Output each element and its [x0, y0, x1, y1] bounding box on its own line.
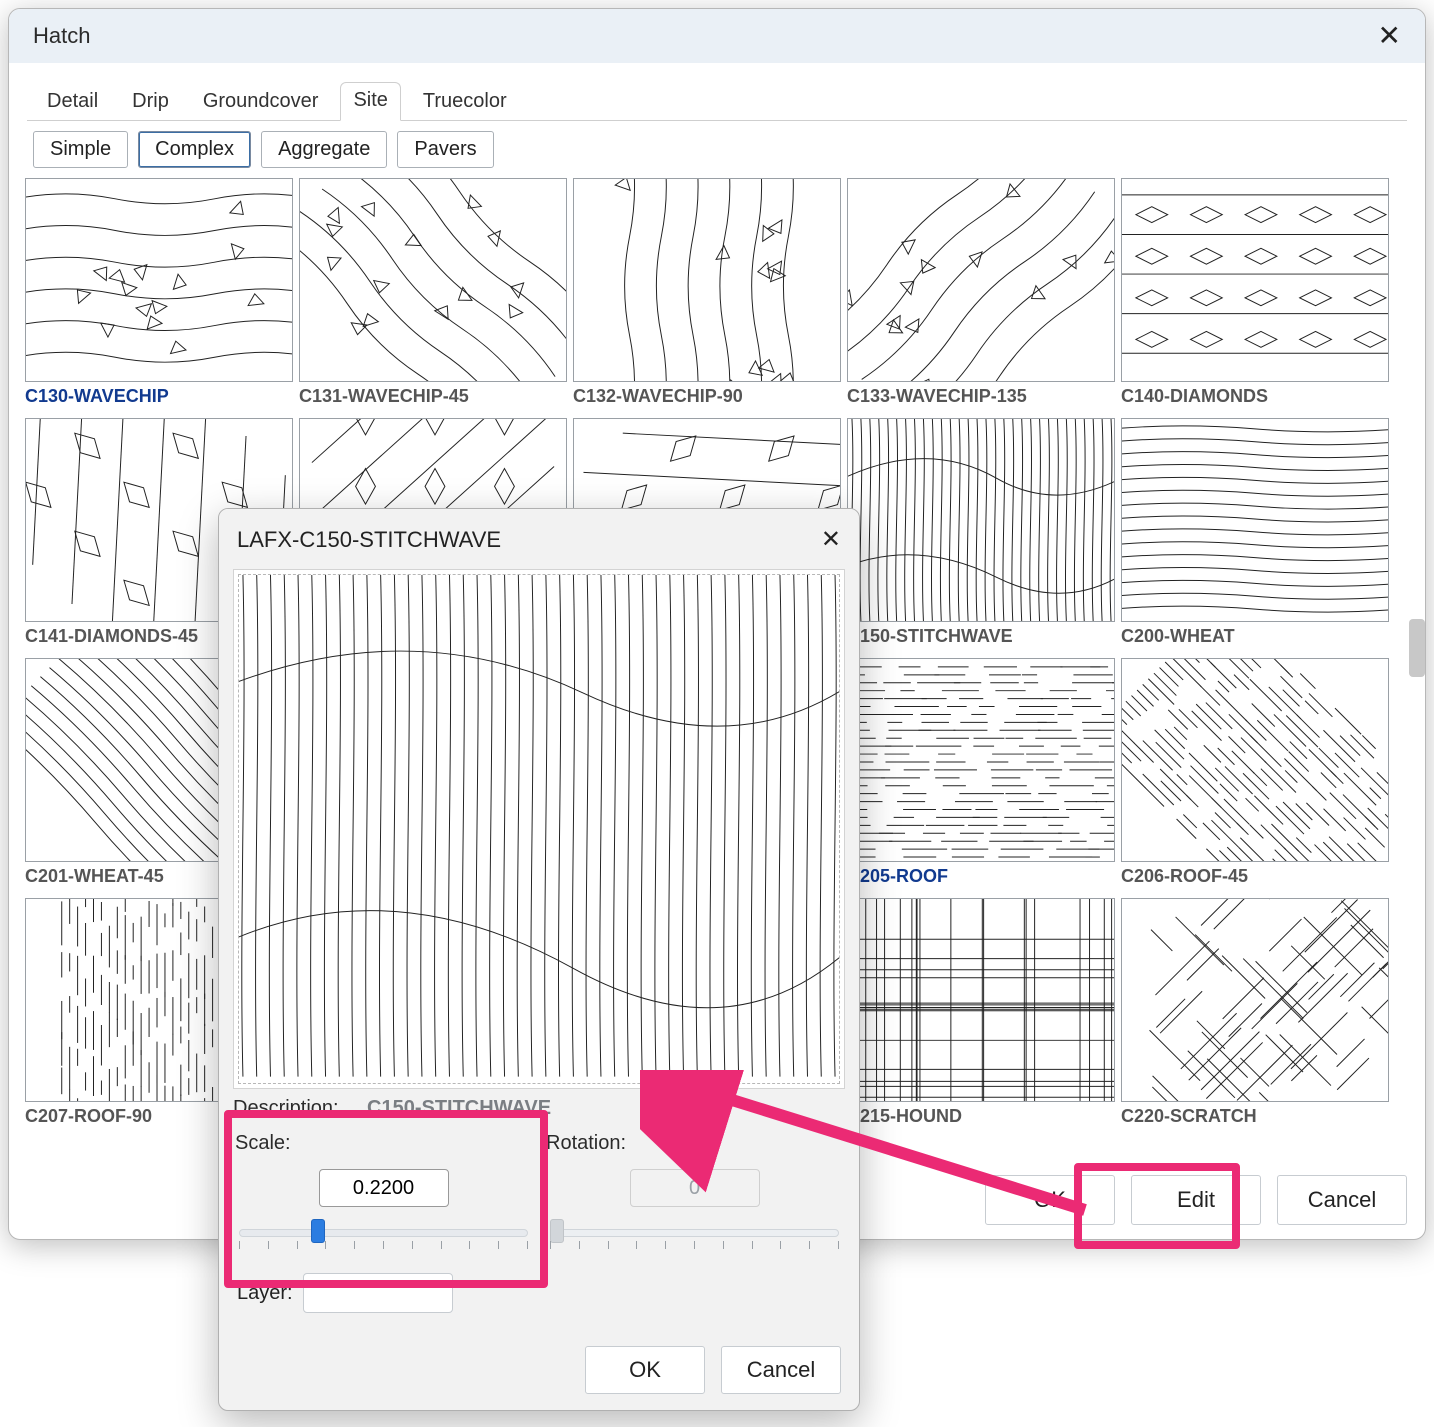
hatch-caption: C132-WAVECHIP-90 [573, 382, 841, 407]
hatch-caption: C200-WHEAT [1121, 622, 1389, 647]
hatch-thumb[interactable] [847, 898, 1115, 1102]
scroll-thumb[interactable] [1409, 619, 1425, 677]
hatch-thumb[interactable] [847, 658, 1115, 862]
hatch-caption: C206-ROOF-45 [1121, 862, 1389, 887]
hatch-c130-wavechip[interactable]: C130-WAVECHIP [25, 178, 293, 412]
filter-simple[interactable]: Simple [33, 131, 128, 168]
hatch-caption: C133-WAVECHIP-135 [847, 382, 1115, 407]
tab-site[interactable]: Site [340, 82, 400, 121]
description-label: Description: [233, 1097, 357, 1120]
rotation-input [630, 1169, 760, 1207]
hatch-c205-roof[interactable]: C205-ROOF [847, 658, 1115, 892]
ok-button[interactable]: OK [985, 1175, 1115, 1225]
layer-label: Layer: [237, 1282, 293, 1305]
hatch-c133-wavechip-135[interactable]: C133-WAVECHIP-135 [847, 178, 1115, 412]
hatch-thumb[interactable] [847, 418, 1115, 622]
category-tabs: Detail Drip GroundcoverSite Truecolor [27, 77, 1407, 121]
edit-button[interactable]: Edit [1131, 1175, 1261, 1225]
hatch-thumb[interactable] [25, 178, 293, 382]
hatch-caption: C140-DIAMONDS [1121, 382, 1389, 407]
hatch-c140-diamonds[interactable]: C140-DIAMONDS [1121, 178, 1389, 412]
hatch-c215-hound[interactable]: C215-HOUND [847, 898, 1115, 1132]
hatch-c220-scratch[interactable]: C220-SCRATCH [1121, 898, 1389, 1132]
filter-pavers[interactable]: Pavers [397, 131, 493, 168]
dialog-ok-button[interactable]: OK [585, 1346, 705, 1394]
hatch-c206-roof-45[interactable]: C206-ROOF-45 [1121, 658, 1389, 892]
hatch-thumb[interactable] [573, 178, 841, 382]
hatch-thumb[interactable] [299, 178, 567, 382]
tab-drip[interactable]: Drip [120, 84, 181, 121]
hatch-thumb[interactable] [1121, 658, 1389, 862]
tab-groundcover[interactable]: Groundcover [191, 84, 331, 121]
cancel-button[interactable]: Cancel [1277, 1175, 1407, 1225]
hatch-edit-dialog: LAFX-C150-STITCHWAVE ✕ Description: C150… [218, 508, 860, 1411]
description-value: C150-STITCHWAVE [367, 1097, 551, 1120]
subcategory-buttons: Simple Complex Aggregate Pavers [33, 131, 1407, 168]
dialog-cancel-button[interactable]: Cancel [721, 1346, 841, 1394]
hatch-c131-wavechip-45[interactable]: C131-WAVECHIP-45 [299, 178, 567, 412]
hatch-caption: C131-WAVECHIP-45 [299, 382, 567, 407]
hatch-thumb[interactable] [1121, 898, 1389, 1102]
dialog-preview [233, 569, 845, 1089]
hatch-caption: C220-SCRATCH [1121, 1102, 1389, 1127]
dialog-close-icon[interactable]: ✕ [821, 528, 841, 552]
window-title: Hatch [33, 23, 90, 49]
dialog-title: LAFX-C150-STITCHWAVE [237, 527, 501, 553]
hatch-caption: C215-HOUND [847, 1102, 1115, 1127]
title-bar: Hatch ✕ [9, 9, 1425, 63]
scale-slider[interactable] [239, 1219, 528, 1253]
hatch-c150-stitchwave[interactable]: C150-STITCHWAVE [847, 418, 1115, 652]
tab-detail[interactable]: Detail [35, 84, 110, 121]
hatch-c200-wheat[interactable]: C200-WHEAT [1121, 418, 1389, 652]
tab-truecolor[interactable]: Truecolor [411, 84, 519, 121]
filter-complex[interactable]: Complex [138, 131, 251, 168]
hatch-caption: C205-ROOF [847, 862, 1115, 887]
hatch-thumb[interactable] [1121, 418, 1389, 622]
layer-input[interactable] [303, 1273, 453, 1313]
scale-input[interactable] [319, 1169, 449, 1207]
close-icon[interactable]: ✕ [1378, 22, 1401, 50]
hatch-caption: C150-STITCHWAVE [847, 622, 1115, 647]
filter-aggregate[interactable]: Aggregate [261, 131, 387, 168]
hatch-c132-wavechip-90[interactable]: C132-WAVECHIP-90 [573, 178, 841, 412]
rotation-label: Rotation: [546, 1132, 843, 1155]
hatch-thumb[interactable] [1121, 178, 1389, 382]
scale-label: Scale: [235, 1132, 532, 1155]
hatch-thumb[interactable] [847, 178, 1115, 382]
hatch-caption: C130-WAVECHIP [25, 382, 293, 407]
footer-buttons: OK Edit Cancel [985, 1175, 1407, 1225]
rotation-slider [550, 1219, 839, 1253]
